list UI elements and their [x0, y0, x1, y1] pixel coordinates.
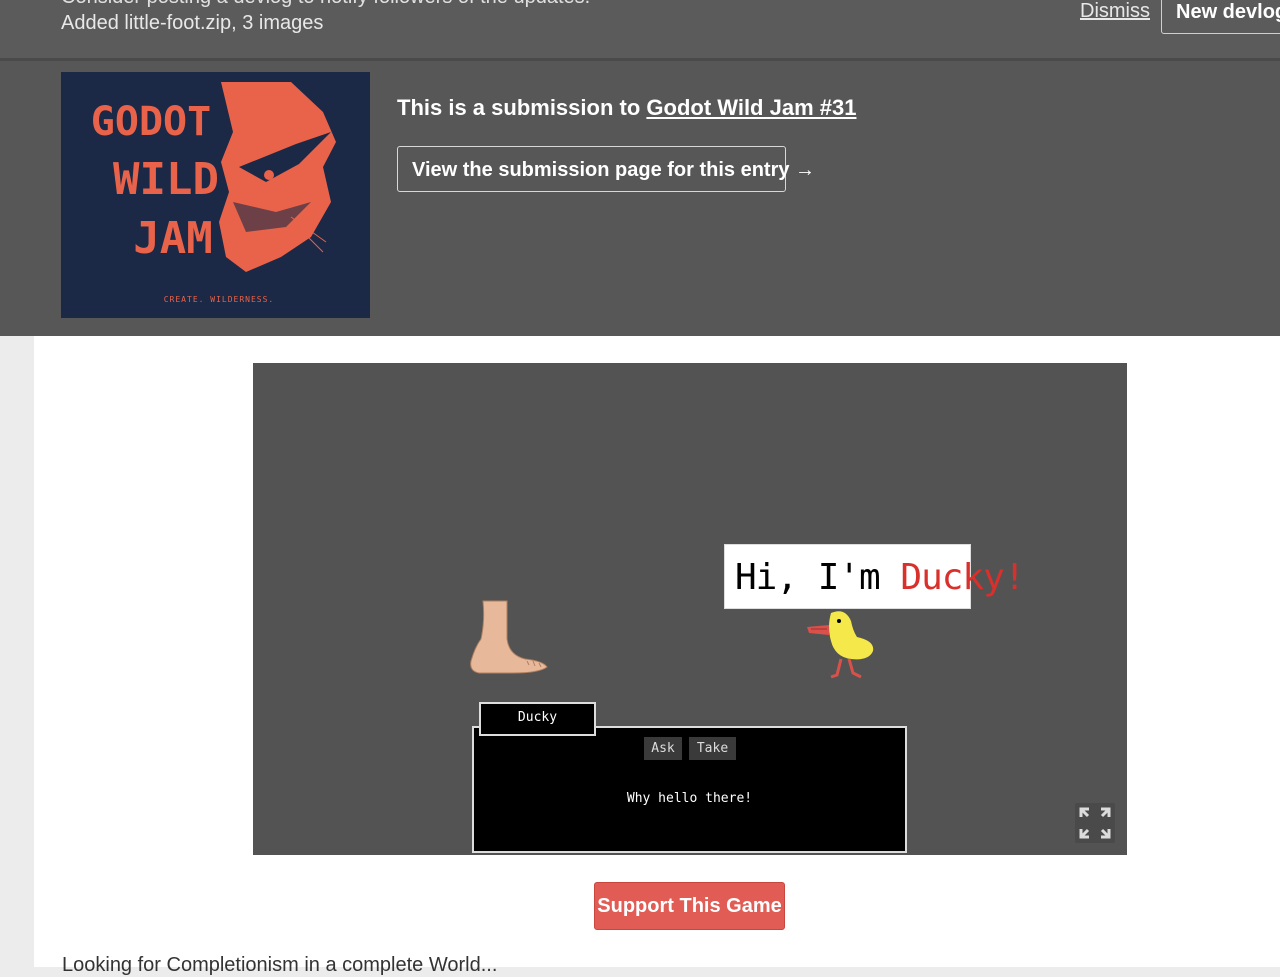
support-game-button[interactable]: Support This Game [594, 882, 785, 930]
fullscreen-button[interactable] [1075, 803, 1115, 843]
dialog-text: Why hello there! [626, 791, 753, 806]
main-content: Hi, I'm Ducky! Ducky Ask Take Why hello … [34, 336, 1280, 976]
jam-logo-art: GODOT WILD JAM CREATE. WILDERNESS. [61, 72, 370, 318]
new-devlog-button[interactable]: New devlog [1161, 0, 1280, 34]
speech-name: Ducky! [900, 557, 1025, 598]
notice-detail: Added little-foot.zip, 3 images [61, 12, 324, 34]
speaker-name-box: Ducky [479, 702, 596, 736]
choice-take-button[interactable]: Take [689, 737, 736, 760]
notice-message: Consider posting a devlog to notify foll… [61, 0, 590, 9]
jam-submission-banner: GODOT WILD JAM CREATE. WILDERNESS. This … [0, 61, 1280, 336]
devlog-notice-bar: Consider posting a devlog to notify foll… [0, 0, 1280, 61]
duck-sprite [807, 611, 874, 679]
jam-link[interactable]: Godot Wild Jam #31 [646, 95, 856, 120]
foot-sprite [470, 600, 548, 674]
logo-tagline: CREATE. WILDERNESS. [164, 295, 275, 304]
view-submission-button[interactable]: View the submission page for this entry … [397, 146, 815, 192]
dismiss-link[interactable]: Dismiss [1080, 0, 1150, 23]
choice-ask-button[interactable]: Ask [644, 737, 682, 760]
jam-logo[interactable]: GODOT WILD JAM CREATE. WILDERNESS. [61, 72, 370, 318]
logo-text-jam: JAM [133, 213, 212, 264]
description-text: Looking for Completionism in a complete … [62, 954, 498, 976]
logo-text-wild: WILD [113, 154, 219, 205]
speech-text: Hi, I'm [735, 557, 901, 598]
fullscreen-icon [1079, 807, 1111, 839]
jam-title-prefix: This is a submission to [397, 95, 647, 120]
speech-bubble: Hi, I'm Ducky! [724, 544, 1025, 609]
game-embed[interactable]: Hi, I'm Ducky! Ducky Ask Take Why hello … [253, 363, 1127, 855]
logo-text-godot: GODOT [91, 99, 211, 145]
jam-submission-title: This is a submission to Godot Wild Jam #… [397, 95, 856, 121]
